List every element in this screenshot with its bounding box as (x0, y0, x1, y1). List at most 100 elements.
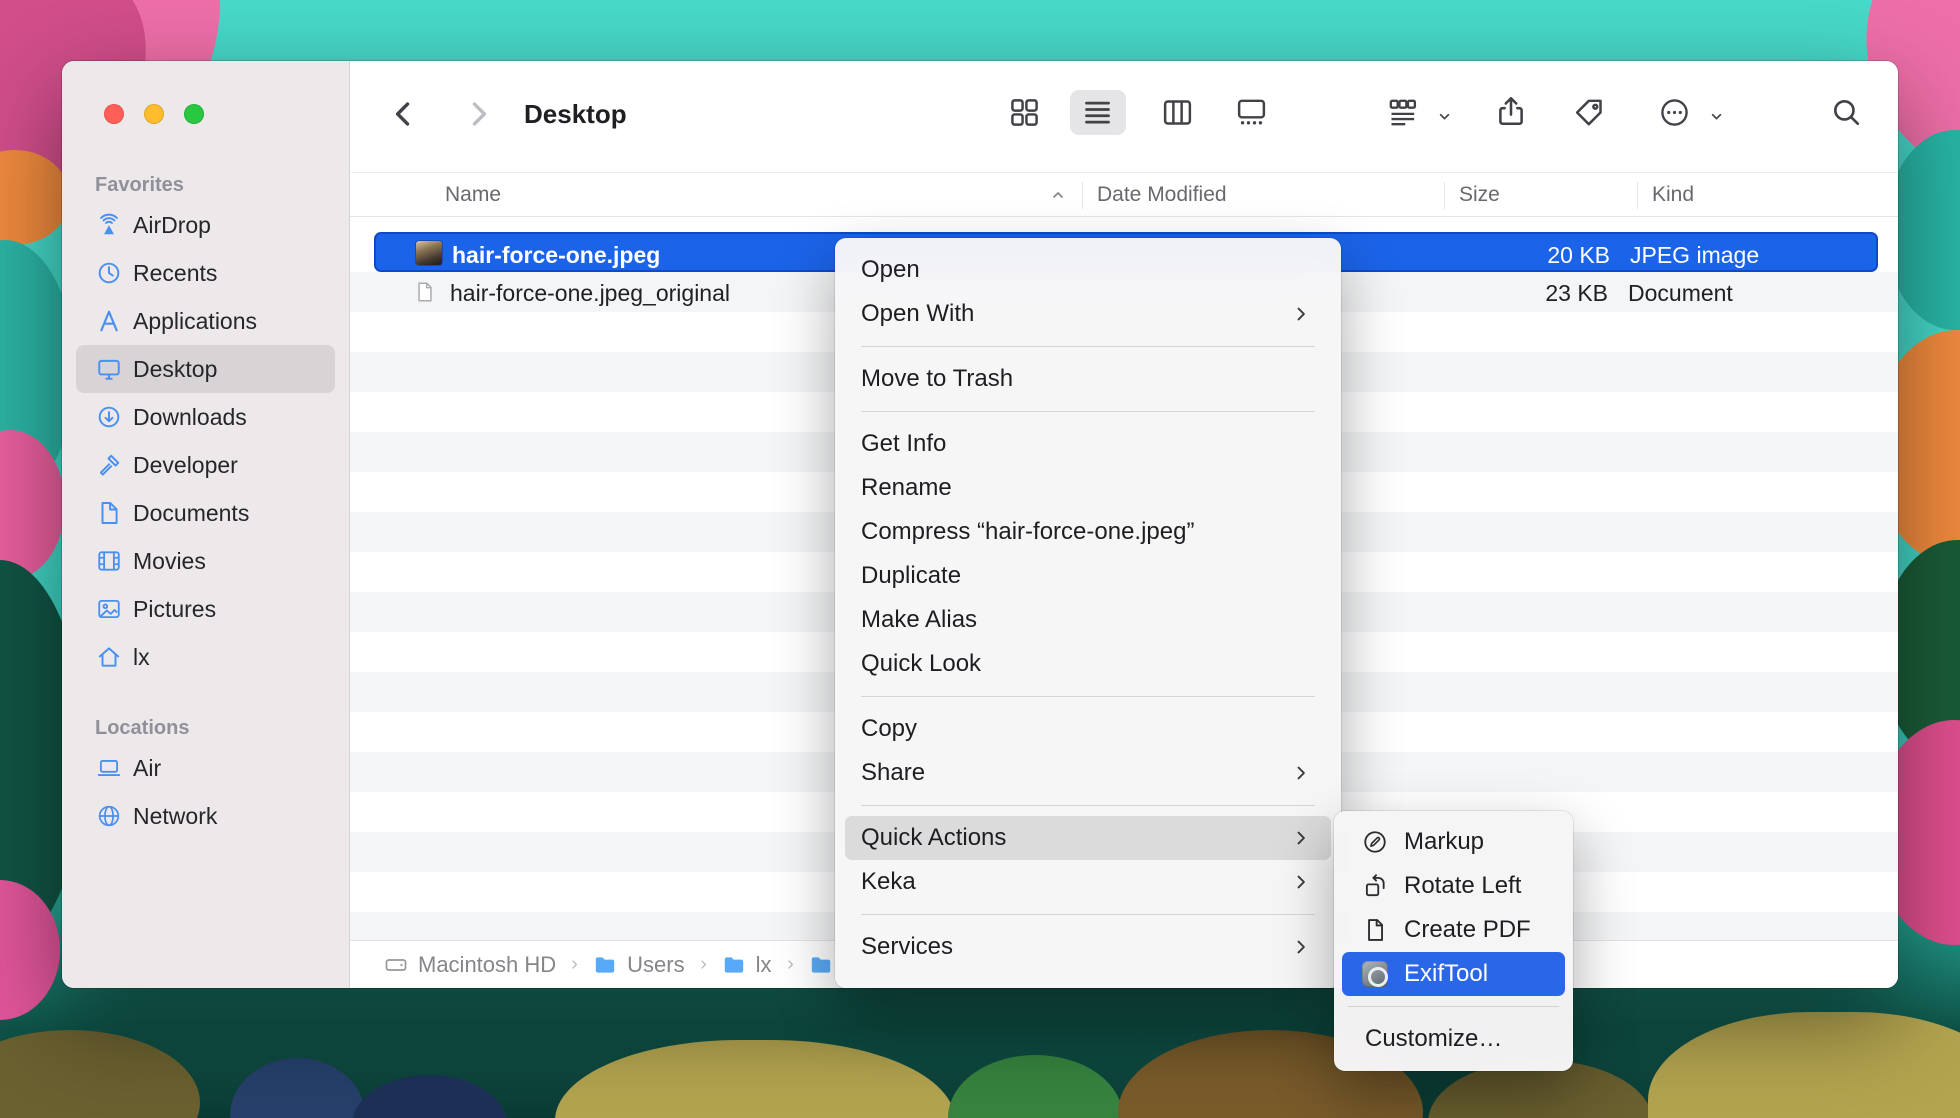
view-grid-button[interactable] (1008, 96, 1041, 129)
close-button[interactable] (104, 104, 124, 124)
menu-item-make-alias[interactable]: Make Alias (845, 598, 1331, 642)
more-actions-button[interactable] (1658, 96, 1691, 129)
laptop-icon (96, 755, 122, 781)
sidebar-item-movies[interactable]: Movies (76, 537, 335, 585)
globe-icon (96, 803, 122, 829)
menu-item-quick-actions[interactable]: Quick Actions (845, 816, 1331, 860)
column-divider[interactable] (1637, 182, 1638, 209)
path-item-label: lx (756, 952, 772, 978)
tag-button[interactable] (1573, 96, 1606, 129)
share-icon (1494, 94, 1528, 128)
column-header-name[interactable]: Name (445, 183, 501, 207)
menu-separator (861, 696, 1315, 697)
column-header-kind[interactable]: Kind (1652, 183, 1694, 207)
sidebar-item-label: Pictures (133, 596, 216, 623)
menu-item-services[interactable]: Services (845, 925, 1331, 969)
sidebar-item-label: Developer (133, 452, 238, 479)
sidebar-item-label: Applications (133, 308, 257, 335)
menu-item-copy[interactable]: Copy (845, 707, 1331, 751)
menu-item-get-info[interactable]: Get Info (845, 422, 1331, 466)
create-pdf-icon (1362, 917, 1388, 943)
wallpaper-shape (555, 1040, 955, 1118)
path-item-users[interactable]: Users (593, 952, 684, 978)
menu-item-label: Quick Look (861, 650, 981, 678)
menu-separator (861, 346, 1315, 347)
forward-button[interactable] (461, 97, 495, 131)
sidebar-item-recents[interactable]: Recents (76, 249, 335, 297)
hammer-icon (96, 452, 122, 478)
path-item-label: Users (627, 952, 684, 978)
view-list-button[interactable] (1081, 96, 1114, 129)
path-item-lx[interactable]: lx (722, 952, 772, 978)
sidebar-item-developer[interactable]: Developer (76, 441, 335, 489)
sidebar: Favorites AirDrop Recents Applications D… (62, 61, 350, 988)
group-by-chevron[interactable] (1436, 108, 1453, 125)
menu-item-label: Open (861, 256, 920, 284)
submenu-item-label: ExifTool (1404, 960, 1488, 988)
submenu-item-exiftool[interactable]: ExifTool (1342, 952, 1565, 996)
menu-item-label: Quick Actions (861, 824, 1006, 852)
submenu-item-rotate-left[interactable]: Rotate Left (1342, 864, 1565, 908)
menu-item-move-to-trash[interactable]: Move to Trash (845, 357, 1331, 401)
gallery-view-icon (1235, 96, 1268, 129)
submenu-item-customize[interactable]: Customize… (1342, 1017, 1565, 1061)
minimize-button[interactable] (144, 104, 164, 124)
column-divider[interactable] (1444, 182, 1445, 209)
sort-ascending-icon[interactable] (1050, 187, 1066, 203)
file-kind: Document (1628, 280, 1733, 307)
tag-icon (1573, 96, 1606, 129)
column-header-size[interactable]: Size (1459, 183, 1500, 207)
sidebar-item-downloads[interactable]: Downloads (76, 393, 335, 441)
path-item-macintosh-hd[interactable]: Macintosh HD (384, 952, 556, 978)
sidebar-item-desktop[interactable]: Desktop (76, 345, 335, 393)
group-by-icon (1386, 96, 1419, 129)
menu-item-label: Compress “hair-force-one.jpeg” (861, 518, 1194, 546)
submenu-item-label: Create PDF (1404, 916, 1531, 944)
toolbar: Desktop (350, 61, 1898, 172)
film-icon (96, 548, 122, 574)
menu-item-keka[interactable]: Keka (845, 860, 1331, 904)
view-gallery-button[interactable] (1235, 96, 1268, 129)
menu-item-quick-look[interactable]: Quick Look (845, 642, 1331, 686)
back-button[interactable] (387, 97, 421, 131)
submenu-chevron-icon (1291, 304, 1311, 324)
grid-view-icon (1008, 96, 1041, 129)
sidebar-item-home-lx[interactable]: lx (76, 633, 335, 681)
menu-item-open-with[interactable]: Open With (845, 292, 1331, 336)
view-columns-button[interactable] (1161, 96, 1194, 129)
menu-item-label: Copy (861, 715, 917, 743)
menu-item-share[interactable]: Share (845, 751, 1331, 795)
submenu-item-markup[interactable]: Markup (1342, 820, 1565, 864)
column-header-date-modified[interactable]: Date Modified (1097, 183, 1227, 207)
menu-separator (861, 411, 1315, 412)
sidebar-item-network[interactable]: Network (76, 792, 335, 840)
path-item-truncated[interactable] (809, 953, 833, 977)
sidebar-section-favorites: Favorites (62, 169, 349, 201)
sidebar-item-label: Downloads (133, 404, 247, 431)
menu-separator (861, 914, 1315, 915)
file-name: hair-force-one.jpeg (452, 242, 660, 269)
zoom-button[interactable] (184, 104, 204, 124)
document-icon (96, 500, 122, 526)
menu-item-duplicate[interactable]: Duplicate (845, 554, 1331, 598)
sidebar-item-airdrop[interactable]: AirDrop (76, 201, 335, 249)
column-divider[interactable] (1082, 182, 1083, 209)
submenu-chevron-icon (1291, 828, 1311, 848)
quick-actions-submenu: Markup Rotate Left Create PDF ExifTool C… (1334, 811, 1573, 1071)
sidebar-item-documents[interactable]: Documents (76, 489, 335, 537)
sidebar-item-applications[interactable]: Applications (76, 297, 335, 345)
menu-separator (1348, 1006, 1559, 1007)
search-icon (1830, 96, 1862, 128)
wallpaper-shape (0, 1030, 200, 1118)
sidebar-item-air[interactable]: Air (76, 744, 335, 792)
menu-item-compress[interactable]: Compress “hair-force-one.jpeg” (845, 510, 1331, 554)
group-by-button[interactable] (1386, 96, 1419, 129)
more-actions-chevron[interactable] (1708, 108, 1725, 125)
menu-item-open[interactable]: Open (845, 248, 1331, 292)
share-button[interactable] (1494, 94, 1528, 128)
search-button[interactable] (1830, 96, 1862, 128)
sidebar-item-pictures[interactable]: Pictures (76, 585, 335, 633)
menu-item-rename[interactable]: Rename (845, 466, 1331, 510)
submenu-item-create-pdf[interactable]: Create PDF (1342, 908, 1565, 952)
desktop-icon (96, 356, 122, 382)
